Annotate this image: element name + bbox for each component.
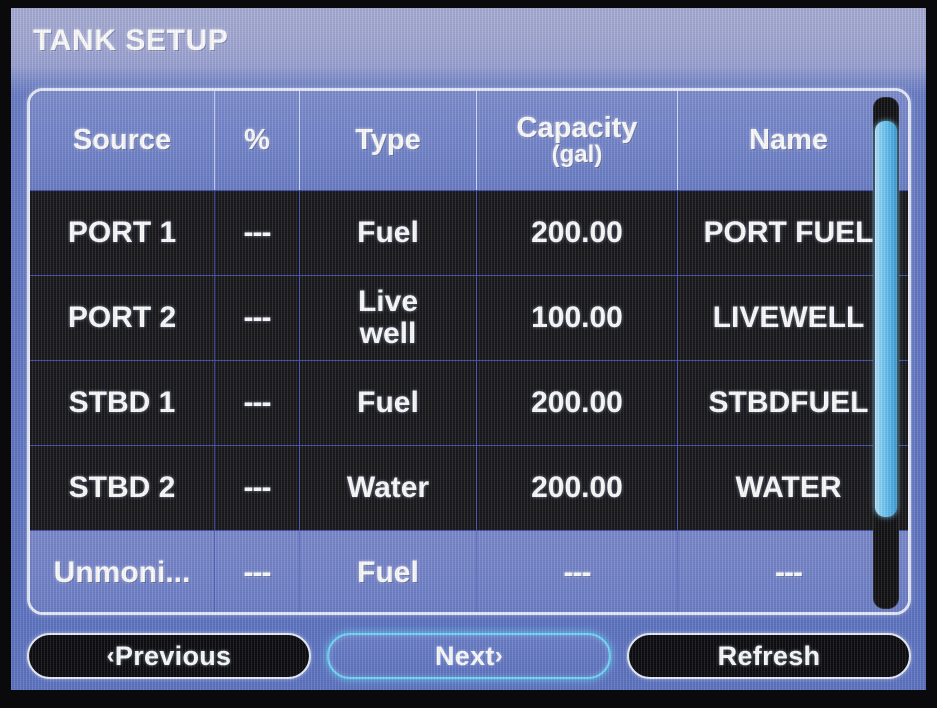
cell-capacity[interactable]: 100.00 [476, 276, 677, 360]
cell-name[interactable]: LIVEWELL [677, 276, 899, 360]
cell-name[interactable]: PORT FUEL [677, 191, 899, 275]
tank-table: Source% Type Capacity (gal) Name PORT 1 --- Fue… [27, 88, 911, 615]
title-bar: TANK SETUP [11, 8, 926, 80]
cell-name[interactable]: --- [677, 531, 899, 612]
cell-source[interactable]: PORT 2 [30, 276, 214, 360]
cell-name[interactable]: STBDFUEL [677, 361, 899, 445]
refresh-button[interactable]: Refresh [627, 633, 911, 679]
cell-type[interactable]: Water [299, 446, 476, 530]
refresh-button-label: Refresh [717, 640, 821, 671]
cell-name[interactable]: WATER [677, 446, 899, 530]
cell-type[interactable]: Fuel [299, 531, 476, 612]
chevron-left-icon: ‹ [106, 642, 115, 669]
bezel-bottom [0, 690, 937, 708]
chevron-right-icon: › [494, 642, 504, 669]
lcd-panel: TANK SETUP Source% Type Capacity (gal) Name P… [11, 8, 926, 696]
column-header-percent: % [214, 91, 299, 190]
cell-type[interactable]: Fuel [299, 191, 476, 275]
cell-type[interactable]: Live well [299, 276, 476, 360]
previous-button[interactable]: ‹ Previous [27, 633, 311, 679]
next-button-label: Next [434, 640, 495, 671]
table-scrollbar[interactable] [873, 97, 899, 609]
cell-percent[interactable]: --- [214, 446, 299, 530]
cell-capacity[interactable]: --- [476, 531, 677, 612]
table-row[interactable]: STBD 1 --- Fuel 200.00 STBDFUEL [30, 360, 908, 445]
cell-percent[interactable]: --- [214, 191, 299, 275]
cell-percent[interactable]: --- [214, 361, 299, 445]
previous-button-label: Previous [114, 640, 232, 671]
table-row[interactable]: PORT 1 --- Fuel 200.00 PORT FUEL [30, 190, 908, 275]
table-row[interactable]: PORT 2 --- Live well 100.00 LIVEWELL [30, 275, 908, 360]
column-header-label: Capacity [516, 112, 638, 144]
cell-source[interactable]: STBD 1 [30, 361, 214, 445]
table-row[interactable]: Unmoni... --- Fuel --- --- [30, 530, 908, 612]
column-header-unit: (gal) [551, 141, 603, 168]
cell-percent[interactable]: --- [214, 531, 299, 612]
table-row[interactable]: STBD 2 --- Water 200.00 WATER [30, 445, 908, 530]
button-bar: ‹ Previous Next › Refresh [27, 631, 911, 681]
page-title: TANK SETUP [33, 24, 229, 57]
column-header-source: Source [72, 123, 172, 156]
cell-source[interactable]: STBD 2 [30, 446, 214, 530]
cell-source[interactable]: PORT 1 [30, 191, 214, 275]
scrollbar-thumb[interactable] [875, 121, 897, 517]
cell-capacity[interactable]: 200.00 [476, 191, 677, 275]
tank-table-grid: Source% Type Capacity (gal) Name PORT 1 --- Fue… [30, 91, 908, 612]
device-frame: TANK SETUP Source% Type Capacity (gal) Name P… [0, 0, 937, 708]
cell-capacity[interactable]: 200.00 [476, 446, 677, 530]
column-header-name: Name [677, 91, 899, 190]
cell-percent[interactable]: --- [214, 276, 299, 360]
column-header-type: Type [299, 91, 476, 190]
cell-type[interactable]: Fuel [299, 361, 476, 445]
table-header-row: Source% Type Capacity (gal) Name [30, 91, 908, 190]
column-header-capacity: Capacity (gal) [476, 91, 677, 190]
next-button[interactable]: Next › [327, 633, 611, 679]
cell-source[interactable]: Unmoni... [30, 531, 214, 612]
cell-capacity[interactable]: 200.00 [476, 361, 677, 445]
